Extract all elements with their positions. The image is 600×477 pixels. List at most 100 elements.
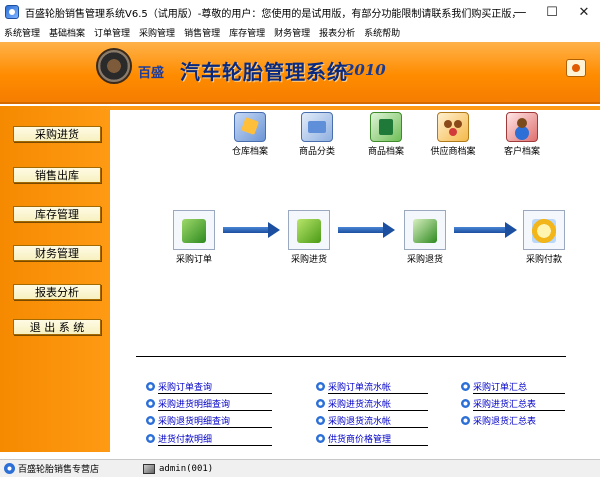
supplier-archive-label: 供应商档案 xyxy=(430,147,476,157)
link-label: 采购进货汇总表 xyxy=(473,400,537,410)
link-purchase-receipt-summary[interactable]: 采购进货汇总表 xyxy=(461,397,536,410)
close-button[interactable]: ✕ xyxy=(568,0,600,24)
link-purchase-return-ledger[interactable]: 采购退货流水帐 xyxy=(316,414,391,427)
warehouse-archive-label: 仓库档案 xyxy=(231,147,268,157)
link-label: 采购订单流水帐 xyxy=(328,383,392,393)
flow-arrow-icon xyxy=(338,222,395,238)
divider xyxy=(158,427,272,428)
link-icon xyxy=(461,382,470,391)
help-icon[interactable] xyxy=(566,59,586,77)
menu-finance[interactable]: 财务管理 xyxy=(274,26,310,39)
divider xyxy=(328,445,428,446)
link-purchase-order-summary[interactable]: 采购订单汇总 xyxy=(461,380,527,393)
divider xyxy=(473,393,565,394)
link-icon xyxy=(461,399,470,408)
link-label: 采购订单汇总 xyxy=(473,383,528,393)
divider xyxy=(473,410,565,411)
product-archive-label: 商品档案 xyxy=(367,147,404,157)
warehouse-archive-button[interactable]: 仓库档案 xyxy=(220,112,280,157)
app-icon xyxy=(5,5,19,19)
divider xyxy=(328,427,428,428)
link-label: 采购进货明细查询 xyxy=(158,400,231,410)
purchase-order-label: 采购订单 xyxy=(175,255,212,265)
left-nav: 采购进货 销售出库 库存管理 财务管理 报表分析 退 出 系 统 xyxy=(0,106,110,452)
maximize-button[interactable]: ☐ xyxy=(536,0,568,24)
menu-purchase[interactable]: 采购管理 xyxy=(139,26,175,39)
link-label: 供货商价格管理 xyxy=(328,435,392,445)
link-label: 采购退货汇总表 xyxy=(473,417,537,427)
customer-archive-label: 客户档案 xyxy=(503,147,540,157)
link-icon xyxy=(461,416,470,425)
link-label: 采购进货流水帐 xyxy=(328,400,392,410)
menu-reports[interactable]: 报表分析 xyxy=(319,26,355,39)
link-supplier-price-management[interactable]: 供货商价格管理 xyxy=(316,432,391,445)
purchase-receipt-label: 采购进货 xyxy=(290,255,327,265)
menu-basic-archives[interactable]: 基础档案 xyxy=(49,26,85,39)
status-bar: 百盛轮胎销售专营店 admin(001) xyxy=(0,459,600,477)
menu-orders[interactable]: 订单管理 xyxy=(94,26,130,39)
link-payment-detail[interactable]: 进货付款明细 xyxy=(146,432,212,445)
quick-links-panel: 采购订单查询 采购进货明细查询 采购退货明细查询 进货付款明细 采购订单流水帐 … xyxy=(136,356,566,452)
divider xyxy=(328,410,428,411)
purchase-return-button[interactable]: 采购退货 xyxy=(395,210,455,265)
tire-logo-icon xyxy=(96,48,132,84)
purchase-payment-button[interactable]: 采购付款 xyxy=(514,210,574,265)
nav-reports-button[interactable]: 报表分析 xyxy=(13,284,101,300)
category-button[interactable]: 商品分类 xyxy=(287,112,347,157)
nav-sales-button[interactable]: 销售出库 xyxy=(13,167,101,183)
link-icon xyxy=(316,382,325,391)
menu-help[interactable]: 系统帮助 xyxy=(364,26,400,39)
link-purchase-receipt-ledger[interactable]: 采购进货流水帐 xyxy=(316,397,391,410)
window-controls: — ☐ ✕ xyxy=(504,0,600,24)
workspace: 仓库档案 商品分类 商品档案 供应商档案 客户档案 采购订单 采购进货 采购退货… xyxy=(110,106,600,452)
purchase-payment-icon xyxy=(523,210,565,250)
divider xyxy=(158,393,272,394)
supplier-archive-button[interactable]: 供应商档案 xyxy=(423,112,483,157)
link-icon xyxy=(316,434,325,443)
minimize-button[interactable]: — xyxy=(504,0,536,24)
link-purchase-return-summary[interactable]: 采购退货汇总表 xyxy=(461,414,536,427)
purchase-order-button[interactable]: 采购订单 xyxy=(164,210,224,265)
link-label: 采购退货明细查询 xyxy=(158,417,231,427)
info-icon xyxy=(4,463,15,474)
banner: 百盛 汽车轮胎管理系统 2010 xyxy=(0,42,600,104)
status-company: 百盛轮胎销售专营店 xyxy=(18,465,100,475)
user-icon xyxy=(143,463,156,474)
link-icon xyxy=(146,382,155,391)
link-purchase-order-query[interactable]: 采购订单查询 xyxy=(146,380,212,393)
product-archive-button[interactable]: 商品档案 xyxy=(356,112,416,157)
flow-arrow-icon xyxy=(454,222,517,238)
link-label: 进货付款明细 xyxy=(158,435,213,445)
link-icon xyxy=(316,399,325,408)
link-icon xyxy=(146,434,155,443)
nav-exit-button[interactable]: 退 出 系 统 xyxy=(13,319,101,335)
title-bar: 百盛轮胎销售管理系统V6.5（试用版）-尊敬的用户：您使用的是试用版，有部分功能… xyxy=(0,0,600,24)
link-label: 采购退货流水帐 xyxy=(328,417,392,427)
nav-finance-button[interactable]: 财务管理 xyxy=(13,245,101,261)
nav-inventory-button[interactable]: 库存管理 xyxy=(13,206,101,222)
purchase-return-icon xyxy=(404,210,446,250)
flow-arrow-icon xyxy=(223,222,280,238)
purchase-receipt-icon xyxy=(288,210,330,250)
banner-title: 汽车轮胎管理系统 xyxy=(180,60,348,84)
menu-inventory[interactable]: 库存管理 xyxy=(229,26,265,39)
nav-purchase-button[interactable]: 采购进货 xyxy=(13,126,101,142)
link-purchase-return-detail[interactable]: 采购退货明细查询 xyxy=(146,414,230,427)
supplier-icon xyxy=(437,112,469,142)
link-purchase-receipt-detail[interactable]: 采购进货明细查询 xyxy=(146,397,230,410)
menu-sales[interactable]: 销售管理 xyxy=(184,26,220,39)
divider xyxy=(158,410,272,411)
customer-archive-button[interactable]: 客户档案 xyxy=(492,112,552,157)
category-label: 商品分类 xyxy=(298,147,335,157)
link-icon xyxy=(146,416,155,425)
purchase-return-label: 采购退货 xyxy=(406,255,443,265)
menu-bar: 系统管理 基础档案 订单管理 采购管理 销售管理 库存管理 财务管理 报表分析 … xyxy=(0,24,600,40)
banner-year: 2010 xyxy=(344,61,386,79)
purchase-receipt-button[interactable]: 采购进货 xyxy=(279,210,339,265)
divider xyxy=(328,393,428,394)
category-icon xyxy=(301,112,333,142)
link-purchase-order-ledger[interactable]: 采购订单流水帐 xyxy=(316,380,391,393)
link-icon xyxy=(316,416,325,425)
workspace-top-strip xyxy=(110,106,600,110)
menu-system[interactable]: 系统管理 xyxy=(4,26,40,39)
